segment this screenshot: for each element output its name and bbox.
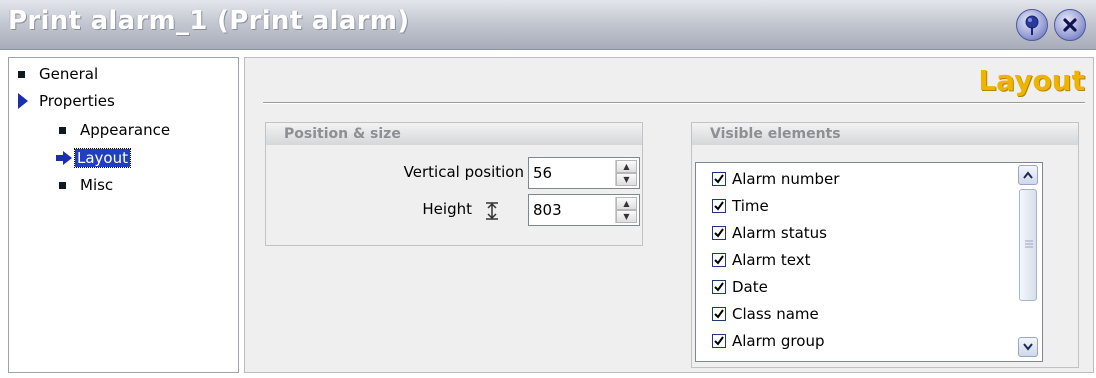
stepper-buttons: ▲ ▼ [615, 160, 637, 186]
tree-item-misc[interactable]: Misc [59, 173, 113, 197]
scroll-thumb[interactable] [1019, 189, 1037, 301]
list-item[interactable]: Alarm status [712, 223, 827, 243]
list-item[interactable]: Date [712, 277, 768, 297]
tree-item-label: Misc [80, 176, 114, 194]
pin-help-icon[interactable] [1016, 9, 1048, 41]
stepper-down-icon[interactable]: ▼ [616, 173, 637, 186]
tree-item-general[interactable]: General [18, 62, 98, 86]
checkbox-checked-icon[interactable] [712, 172, 726, 186]
list-item[interactable]: Class name [712, 304, 819, 324]
height-value: 803 [533, 201, 562, 219]
visible-elements-list[interactable]: Alarm number Time Alarm status Alarm tex… [695, 162, 1043, 362]
navigation-tree: General Properties Appearance Layout Mis… [8, 57, 239, 373]
position-size-group: Position & size Vertical position 56 ▲ ▼… [265, 122, 643, 246]
list-item-label: Date [732, 278, 768, 296]
tree-item-layout[interactable]: Layout [55, 146, 131, 170]
tree-item-appearance[interactable]: Appearance [59, 118, 170, 142]
tree-item-label: Appearance [80, 121, 171, 139]
list-item[interactable]: Alarm number [712, 169, 839, 189]
list-item[interactable]: Alarm text [712, 250, 811, 270]
square-bullet-icon [59, 181, 66, 189]
height-stepper[interactable]: 803 ▲ ▼ [528, 194, 640, 226]
list-item-label: Class name [732, 305, 819, 323]
stepper-down-icon[interactable]: ▼ [616, 210, 637, 223]
checkbox-checked-icon[interactable] [712, 199, 726, 213]
properties-panel: Layout Position & size Vertical position… [244, 57, 1094, 373]
list-item-label: Alarm group [732, 332, 825, 350]
list-item-label: Alarm number [732, 170, 840, 188]
list-item[interactable]: Time [712, 196, 769, 216]
window-title: Print alarm_1 (Print alarm) [8, 6, 410, 36]
tree-item-label: Properties [39, 92, 115, 110]
divider [263, 102, 1085, 104]
vertical-position-label: Vertical position [403, 163, 524, 181]
vertical-position-stepper[interactable]: 56 ▲ ▼ [528, 157, 640, 189]
page-title: Layout [978, 64, 1085, 97]
group-heading: Visible elements [692, 123, 1078, 145]
stepper-buttons: ▲ ▼ [615, 197, 637, 223]
stepper-up-icon[interactable]: ▲ [616, 197, 637, 210]
list-item-label: Alarm text [732, 251, 811, 269]
square-bullet-icon [18, 70, 25, 78]
list-item-label: Alarm status [732, 224, 827, 242]
scroll-up-icon[interactable] [1018, 165, 1038, 185]
arrow-right-icon [56, 151, 72, 165]
list-item[interactable]: Alarm group [712, 331, 824, 351]
list-item-label: Time [732, 197, 769, 215]
checkbox-checked-icon[interactable] [712, 253, 726, 267]
tree-item-label: Layout [74, 148, 131, 168]
checkbox-checked-icon[interactable] [712, 307, 726, 321]
stepper-up-icon[interactable]: ▲ [616, 160, 637, 173]
checkbox-checked-icon[interactable] [712, 280, 726, 294]
vertical-position-value: 56 [533, 164, 553, 182]
height-icon [486, 202, 498, 220]
height-label: Height [422, 200, 472, 218]
close-icon[interactable] [1054, 9, 1086, 41]
tree-item-label: General [39, 65, 99, 83]
tree-item-properties[interactable]: Properties [18, 89, 115, 113]
expand-triangle-icon[interactable] [18, 93, 28, 109]
checkbox-checked-icon[interactable] [712, 334, 726, 348]
group-heading: Position & size [266, 123, 642, 145]
title-bar: Print alarm_1 (Print alarm) [0, 0, 1096, 50]
checkbox-checked-icon[interactable] [712, 226, 726, 240]
vertical-scrollbar[interactable] [1018, 165, 1040, 359]
scroll-down-icon[interactable] [1018, 337, 1038, 357]
square-bullet-icon [59, 126, 66, 134]
